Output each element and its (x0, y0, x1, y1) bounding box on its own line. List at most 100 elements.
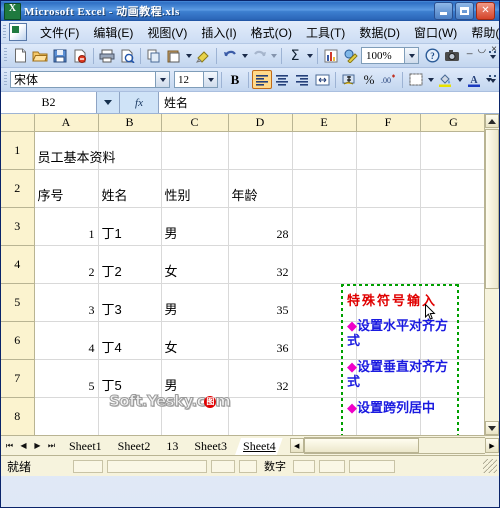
cell-c5[interactable]: 男 (161, 283, 229, 322)
cell-d2[interactable]: 年龄 (228, 169, 293, 208)
camera-icon[interactable] (442, 46, 462, 65)
cell-c3[interactable]: 男 (161, 207, 229, 246)
paste-icon[interactable] (164, 46, 184, 65)
redo-icon[interactable] (249, 46, 269, 65)
row-header-4[interactable]: 4 (1, 245, 35, 284)
cell-b2[interactable]: 姓名 (98, 169, 162, 208)
first-sheet-button[interactable]: ⏮ (3, 438, 16, 453)
comma-decrease-decimal-icon[interactable]: .00 (379, 70, 399, 89)
column-header-g[interactable]: G (420, 114, 488, 132)
save-icon[interactable] (50, 46, 70, 65)
bold-button[interactable]: B (225, 70, 245, 89)
cell-a7[interactable]: 5 (34, 359, 99, 398)
last-sheet-button[interactable]: ⏭ (45, 438, 58, 453)
menu-item-format[interactable]: 格式(O) (244, 22, 299, 43)
menu-item-insert[interactable]: 插入(I) (194, 22, 243, 43)
doc-minimize-button[interactable]: _ (467, 44, 473, 55)
menu-item-view[interactable]: 视图(V) (140, 22, 194, 43)
borders-icon[interactable] (406, 70, 426, 89)
sheet-tab-sheet2[interactable]: Sheet2 (110, 438, 158, 455)
vertical-scrollbar[interactable] (484, 114, 499, 435)
sheet-tab-sheet3[interactable]: Sheet3 (186, 438, 234, 455)
cell-b6[interactable]: 丁4 (98, 321, 162, 360)
zoom-input[interactable]: 100% (361, 47, 405, 64)
cell-d7[interactable]: 32 (228, 359, 293, 398)
cell-d4[interactable]: 32 (228, 245, 293, 284)
row-header-1[interactable]: 1 (1, 131, 35, 170)
menu-item-file[interactable]: 文件(F) (33, 22, 86, 43)
row-header-6[interactable]: 6 (1, 321, 35, 360)
font-name-input[interactable]: 宋体 (10, 71, 156, 88)
vertical-scroll-thumb[interactable] (485, 129, 499, 289)
align-left-icon[interactable] (252, 70, 272, 89)
cell-b3[interactable]: 丁1 (98, 207, 162, 246)
help-icon[interactable]: ? (422, 46, 442, 65)
merge-center-icon[interactable] (312, 70, 332, 89)
cell-a1[interactable]: 员工基本资料 (34, 131, 116, 170)
cell-a5[interactable]: 3 (34, 283, 99, 322)
standard-toolbar-grip[interactable] (4, 48, 7, 63)
cell-e2[interactable] (292, 169, 357, 208)
doc-close-button[interactable]: × (491, 44, 497, 55)
sheet-tab-13[interactable]: 13 (158, 438, 185, 455)
scroll-right-button[interactable]: ▶ (485, 438, 499, 453)
print-preview-icon[interactable] (117, 46, 137, 65)
cell-c1[interactable] (161, 131, 229, 170)
currency-icon[interactable] (339, 70, 359, 89)
row-header-5[interactable]: 5 (1, 283, 35, 322)
name-box-dropdown-icon[interactable] (97, 92, 120, 113)
scroll-left-button[interactable]: ◀ (289, 438, 304, 453)
font-name-dropdown-icon[interactable] (156, 71, 170, 88)
cell-g2[interactable] (420, 169, 488, 208)
zoom-dropdown-icon[interactable] (405, 47, 419, 64)
scroll-up-button[interactable] (485, 114, 499, 128)
doc-restore-button[interactable]: ◡ (477, 44, 486, 55)
format-painter-icon[interactable] (193, 46, 213, 65)
font-color-icon[interactable]: A (464, 70, 484, 89)
autosum-icon[interactable]: Σ (285, 46, 305, 65)
minimize-button[interactable] (434, 2, 453, 20)
new-icon[interactable] (10, 46, 30, 65)
row-header-3[interactable]: 3 (1, 207, 35, 246)
sheet-tab-sheet1[interactable]: Sheet1 (61, 438, 109, 455)
cell-f1[interactable] (356, 131, 421, 170)
cell-d1[interactable] (228, 131, 293, 170)
formula-input[interactable]: 姓名 (159, 92, 499, 113)
cell-b4[interactable]: 丁2 (98, 245, 162, 284)
next-sheet-button[interactable]: ▶ (31, 438, 44, 453)
column-header-f[interactable]: F (356, 114, 421, 132)
formatting-toolbar-overflow-button[interactable] (487, 69, 498, 89)
column-header-c[interactable]: C (161, 114, 229, 132)
cell-f2[interactable] (356, 169, 421, 208)
select-all-corner[interactable] (1, 114, 35, 132)
cell-c2[interactable]: 性别 (161, 169, 229, 208)
paste-options-dropdown[interactable] (184, 46, 193, 65)
row-header-7[interactable]: 7 (1, 359, 35, 398)
menu-grip-handle[interactable] (3, 24, 6, 40)
cell-a4[interactable]: 2 (34, 245, 99, 284)
cell-e1[interactable] (292, 131, 357, 170)
cell-d8[interactable] (228, 397, 293, 435)
horizontal-scroll-track[interactable] (303, 437, 485, 454)
cell-f3[interactable] (356, 207, 421, 246)
open-icon[interactable] (30, 46, 50, 65)
print-icon[interactable] (97, 46, 117, 65)
undo-icon[interactable] (220, 46, 240, 65)
fill-color-dropdown[interactable] (455, 70, 464, 89)
formatting-toolbar-grip[interactable] (4, 72, 7, 87)
cell-g3[interactable] (420, 207, 488, 246)
permission-icon[interactable] (70, 46, 90, 65)
cell-a8[interactable] (34, 397, 99, 435)
column-header-a[interactable]: A (34, 114, 99, 132)
font-size-dropdown-icon[interactable] (204, 71, 218, 88)
menu-item-tools[interactable]: 工具(T) (299, 22, 352, 43)
insert-function-icon[interactable]: fx (120, 92, 159, 113)
redo-dropdown[interactable] (269, 46, 278, 65)
column-header-d[interactable]: D (228, 114, 293, 132)
cell-d5[interactable]: 35 (228, 283, 293, 322)
cell-g4[interactable] (420, 245, 488, 284)
close-button[interactable]: ✕ (476, 2, 495, 20)
font-size-input[interactable]: 12 (174, 71, 204, 88)
horizontal-scrollbar[interactable]: ◀ ▶ (289, 436, 499, 455)
cell-e4[interactable] (292, 245, 357, 284)
